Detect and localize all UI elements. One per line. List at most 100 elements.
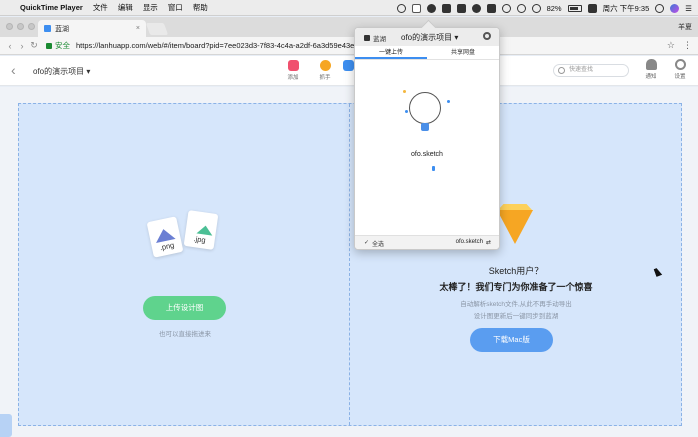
check-icon: ✓ xyxy=(364,240,370,246)
popup-brand: 蓝湖 xyxy=(364,33,386,43)
zoom-window-icon[interactable] xyxy=(28,23,35,30)
lanhu-tray-icon[interactable] xyxy=(411,3,421,13)
popup-tabs: 一键上传 共享网盘 xyxy=(355,46,499,60)
forward-icon[interactable]: › xyxy=(16,41,28,51)
search-icon[interactable] xyxy=(655,3,665,13)
menu-window[interactable]: 窗口 xyxy=(168,2,183,13)
menu-file[interactable]: 文件 xyxy=(93,2,108,13)
upload-stage: .png .jpg 上传设计图 也可以直接拖进来 Sketch用户？ 太棒了！我… xyxy=(0,87,698,437)
select-all-checkbox[interactable]: ✓ 全选 xyxy=(364,239,384,248)
url-field[interactable]: https://lanhuapp.com/web/#/item/board?pi… xyxy=(76,41,356,50)
bookmark-star-icon[interactable]: ☆ xyxy=(667,40,675,51)
download-mac-button[interactable]: 下载Mac版 xyxy=(470,328,553,352)
tab-shared-drive[interactable]: 共享网盘 xyxy=(427,46,499,59)
reload-icon[interactable]: ↻ xyxy=(28,40,40,51)
screen-icon[interactable] xyxy=(441,3,451,13)
settings-label: 设置 xyxy=(674,74,686,80)
secure-indicator[interactable]: 安全 xyxy=(46,40,70,51)
sketch-headline: 太棒了！我们专门为你准备了一个惊喜 xyxy=(439,282,593,292)
lightbulb-base xyxy=(421,123,429,131)
wifi-icon[interactable] xyxy=(516,3,526,13)
grid-icon xyxy=(342,60,354,71)
upload-dropzone[interactable]: .png .jpg 上传设计图 也可以直接拖进来 Sketch用户？ 太棒了！我… xyxy=(18,103,682,426)
menu-list-icon[interactable]: ☰ xyxy=(685,4,692,13)
bell-icon xyxy=(645,59,657,70)
hand-icon xyxy=(319,60,331,71)
clock[interactable]: 周六 下午9:35 xyxy=(603,3,650,14)
upload-design-button[interactable]: 上传设计图 xyxy=(143,296,226,320)
bell-icon[interactable] xyxy=(426,3,436,13)
menu-app-name[interactable]: QuickTime Player xyxy=(20,3,83,12)
browser-menu-icon[interactable]: ⋮ xyxy=(683,40,692,51)
new-tab-button[interactable] xyxy=(145,23,169,35)
popup-project-name: ofo的演示项目 xyxy=(401,33,453,42)
png-file-icon: .png xyxy=(146,216,184,258)
browser-tab[interactable]: 蓝湖 × xyxy=(38,20,146,37)
lightbulb-icon xyxy=(409,92,441,124)
time-machine-icon[interactable] xyxy=(501,3,511,13)
menu-help[interactable]: 帮助 xyxy=(193,2,208,13)
add-tool[interactable]: 添加 xyxy=(281,60,305,81)
address-bar-actions: ☆ ⋮ xyxy=(667,40,692,51)
close-window-icon[interactable] xyxy=(6,23,13,30)
popup-file-name: ofo.sketch xyxy=(411,151,443,158)
hand-tool[interactable]: 抓手 xyxy=(313,60,337,81)
sparkle-icon xyxy=(405,110,408,113)
menu-edit[interactable]: 编辑 xyxy=(118,2,133,13)
tab-quick-upload[interactable]: 一键上传 xyxy=(355,46,427,59)
battery-percent: 82% xyxy=(546,3,562,13)
popup-project-selector[interactable]: ofo的演示项目 ▾ xyxy=(401,32,458,43)
profile-name[interactable]: 羊夏 xyxy=(678,22,692,32)
search-icon xyxy=(558,67,565,74)
sketch-desc-1: 自动解析sketch文件,从此不再手动导出 xyxy=(460,301,572,308)
footer-file-name: ofo.sketch xyxy=(455,239,483,245)
popup-header: 蓝湖 ofo的演示项目 ▾ xyxy=(355,28,499,46)
jpg-file-icon: .jpg xyxy=(183,210,219,250)
back-arrow-icon[interactable]: ‹ xyxy=(11,62,16,78)
side-panel-toggle[interactable] xyxy=(0,414,12,437)
menu-view[interactable]: 显示 xyxy=(143,2,158,13)
layout-tool[interactable] xyxy=(342,60,354,73)
project-name: ofo的演示项目 xyxy=(33,67,85,76)
search-input[interactable]: 快速查找 xyxy=(553,64,629,77)
siri-icon[interactable] xyxy=(670,3,680,13)
popup-brand-label: 蓝湖 xyxy=(373,36,386,43)
tab-title: 蓝湖 xyxy=(55,25,69,33)
battery-icon[interactable] xyxy=(567,4,582,12)
menubar: QuickTime Player 文件 编辑 显示 窗口 帮助 82% 周六 下… xyxy=(0,0,698,16)
window-controls xyxy=(6,23,35,30)
sparkle-icon xyxy=(403,90,406,93)
sketch-title: Sketch用户？ xyxy=(488,266,544,276)
app-header: ‹ ofo的演示项目 ▾ 添加 抓手 快速查找 通知 设置 xyxy=(0,56,698,86)
sparkle-icon xyxy=(447,100,450,103)
wechat-icon[interactable] xyxy=(456,3,466,13)
footer-file[interactable]: ofo.sketch ⇄ xyxy=(456,239,491,246)
cloud-icon[interactable] xyxy=(471,3,481,13)
notify-button[interactable]: 通知 xyxy=(640,59,662,80)
hand-tool-label: 抓手 xyxy=(319,75,331,81)
close-tab-icon[interactable]: × xyxy=(136,25,140,32)
folder-icon[interactable] xyxy=(486,3,496,13)
menubar-tray: 82% 周六 下午9:35 ☰ xyxy=(396,0,692,16)
swap-icon: ⇄ xyxy=(485,240,491,246)
browser-tabbar: 蓝湖 × 羊夏 xyxy=(0,17,698,37)
lanhu-logo-icon xyxy=(364,35,370,41)
select-all-label: 全选 xyxy=(372,242,385,248)
add-icon xyxy=(287,60,299,71)
project-selector[interactable]: ofo的演示项目 ▾ xyxy=(33,66,90,77)
back-icon[interactable]: ‹ xyxy=(4,41,16,51)
record-icon[interactable] xyxy=(396,3,406,13)
popup-settings-icon[interactable] xyxy=(483,32,491,40)
gear-icon xyxy=(674,59,686,70)
add-tool-label: 添加 xyxy=(287,75,299,81)
loading-spinner-icon xyxy=(432,166,435,171)
input-method-icon[interactable] xyxy=(587,3,597,13)
minimize-window-icon[interactable] xyxy=(17,23,24,30)
lock-icon xyxy=(46,42,52,49)
popup-footer: ✓ 全选 ofo.sketch ⇄ xyxy=(355,235,499,249)
notify-label: 通知 xyxy=(645,74,657,80)
lanhu-tray-popup: 蓝湖 ofo的演示项目 ▾ 一键上传 共享网盘 ofo.sketch ✓ 全选 o… xyxy=(354,27,500,250)
sketch-logo-icon xyxy=(497,210,533,244)
settings-button[interactable]: 设置 xyxy=(669,59,691,80)
volume-icon[interactable] xyxy=(531,3,541,13)
